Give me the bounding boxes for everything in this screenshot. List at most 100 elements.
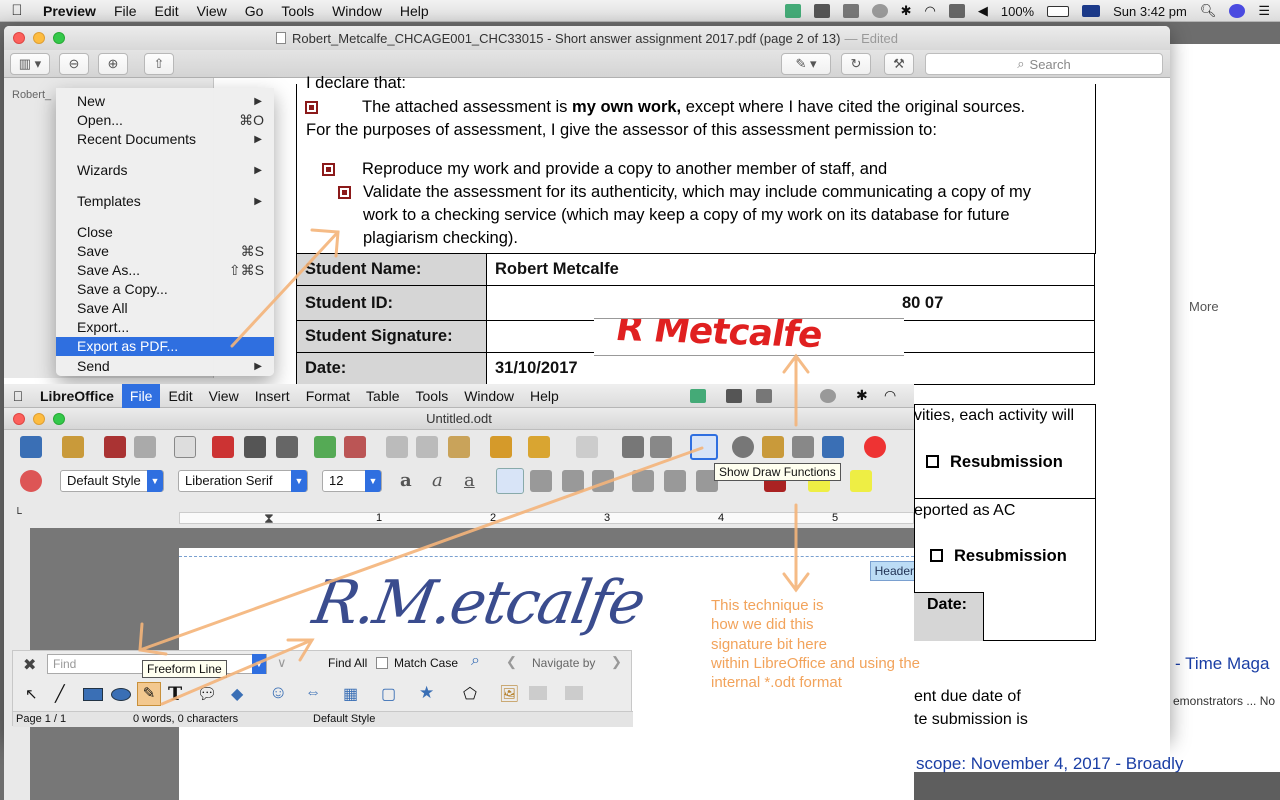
status-app-icon[interactable] [726,389,742,403]
bullets-icon[interactable] [664,470,686,492]
print-preview-icon[interactable] [276,436,298,458]
menu-edit[interactable]: Edit [146,3,188,19]
wifi-icon[interactable]: ◠ [884,387,896,404]
menu-item-save-as[interactable]: Save As... ⇧⌘S [56,261,274,280]
rectangle-icon[interactable] [83,688,103,701]
menu-item-send[interactable]: Send ▶ [56,357,274,376]
data-sources-icon[interactable] [792,436,814,458]
menu-go[interactable]: Go [236,3,273,19]
status-page-style[interactable]: Default Style [313,713,375,725]
apple-menu-icon[interactable]:  [0,2,34,19]
navigate-next-icon[interactable]: ❯ [611,654,622,670]
select-pointer-icon[interactable]: ↖ [25,685,38,703]
lo-menu-edit[interactable]: Edit [160,388,200,404]
airplay-icon[interactable] [948,4,965,18]
chevron-down-icon[interactable]: ▼ [291,470,307,492]
menu-app-name[interactable]: Preview [34,3,105,19]
justify-icon[interactable] [592,470,614,492]
horizontal-ruler[interactable]: └ ⧗ 1 2 3 4 5 [4,506,914,528]
text-box-icon[interactable]: T [168,683,182,705]
markup-pen-button[interactable]: ✎ ▾ [781,53,831,75]
line-icon[interactable]: ╱ [55,684,65,704]
flag-icon[interactable] [1082,5,1101,17]
callout-icon[interactable]: 💬︎ [197,684,217,704]
menu-item-save-all[interactable]: Save All [56,299,274,318]
volume-icon[interactable]: ◀ [978,3,988,19]
menu-item-export[interactable]: Export... [56,318,274,337]
find-previous-icon[interactable]: ∨ [277,655,287,671]
symbol-shapes-icon[interactable]: ☺ [269,682,287,703]
time-machine-icon[interactable] [871,4,888,18]
tools-icon[interactable] [842,4,859,18]
extrusion-icon[interactable] [565,686,583,700]
paragraph-style-combo[interactable]: Default Style ▼ [60,470,164,492]
menu-item-open[interactable]: Open... ⌘O [56,111,274,130]
navigator-icon[interactable] [732,436,754,458]
share-button[interactable]: ⇧ [144,53,174,75]
resubmission-checkbox-2[interactable] [930,549,943,562]
bluetooth-icon[interactable]: ✱ [856,387,868,404]
show-draw-functions-icon[interactable] [690,434,718,460]
chevron-down-icon[interactable]: ▼ [365,470,381,492]
battery-icon[interactable] [1047,5,1070,17]
navigate-previous-icon[interactable]: ❮ [506,654,517,670]
clone-formatting-icon[interactable] [490,436,512,458]
status-page[interactable]: Page 1 / 1 [16,713,66,725]
lo-menu-help[interactable]: Help [522,388,567,404]
lo-menu-view[interactable]: View [201,388,247,404]
menu-item-recent-documents[interactable]: Recent Documents ▶ [56,130,274,149]
points-icon[interactable]: ⬠ [463,684,477,704]
font-size-combo[interactable]: 12 ▼ [322,470,382,492]
email-icon[interactable] [134,436,156,458]
header-tag[interactable]: Header [869,561,914,581]
menu-file[interactable]: File [105,3,146,19]
menu-item-save-copy[interactable]: Save a Copy... [56,280,274,299]
more-link[interactable]: More [1189,299,1219,314]
download-icon[interactable] [690,389,706,403]
block-arrows-icon[interactable]: ⇔ [305,684,321,702]
font-name-combo[interactable]: Liberation Serif ▼ [178,470,308,492]
undo-icon[interactable] [528,436,550,458]
flowchart-icon[interactable]: ▦ [343,684,358,704]
zoom-window-button[interactable] [53,413,65,425]
styles-icon[interactable] [20,470,42,492]
lo-menu-window[interactable]: Window [456,388,522,404]
menu-item-close[interactable]: Close [56,223,274,242]
background-link-scope[interactable]: scope: November 4, 2017 - Broadly [916,754,1183,774]
menu-item-new[interactable]: New ▶ [56,92,274,111]
menu-window[interactable]: Window [323,3,391,19]
export-pdf-icon[interactable] [212,436,234,458]
table-icon[interactable] [650,436,672,458]
ellipse-icon[interactable] [111,688,131,701]
bluetooth-icon[interactable]: ✱ [901,3,912,19]
lo-menu-table[interactable]: Table [358,388,407,404]
spotlight-search-icon[interactable]: 🔍︎ [1200,3,1217,19]
menu-item-templates[interactable]: Templates ▶ [56,192,274,211]
menu-item-export-as-pdf[interactable]: Export as PDF... [56,337,274,356]
close-window-button[interactable] [13,32,25,44]
rotate-button[interactable]: ↻ [841,53,871,75]
menu-item-save[interactable]: Save ⌘S [56,242,274,261]
sidebar-toggle-button[interactable]: ▥ ▾ [10,53,50,75]
resubmission-checkbox-1[interactable] [926,455,939,468]
indent-marker-icon[interactable]: ⧗ [264,510,274,527]
zoom-out-button[interactable]: ⊖ [59,53,89,75]
wifi-icon[interactable]: ◠ [925,3,936,19]
signature-image[interactable]: R Metcalfe [594,318,904,356]
fontwork-icon[interactable]: 🖼︎ [499,684,519,704]
print-icon[interactable] [244,436,266,458]
notification-center-icon[interactable]: ☰ [1258,3,1270,19]
spellcheck-icon[interactable] [314,436,336,458]
download-icon[interactable] [784,4,801,18]
paste-icon[interactable] [448,436,470,458]
minimize-window-button[interactable] [33,32,45,44]
chevron-down-icon[interactable]: ▼ [252,654,266,674]
hyperlink-icon[interactable] [622,436,644,458]
battery-percent[interactable]: 100% [1001,4,1034,19]
redo-icon[interactable] [576,436,598,458]
edit-mode-icon[interactable] [174,436,196,458]
menu-view[interactable]: View [188,3,236,19]
save-icon[interactable] [104,436,126,458]
status-app-icon[interactable] [813,4,830,18]
help-icon[interactable] [864,436,886,458]
